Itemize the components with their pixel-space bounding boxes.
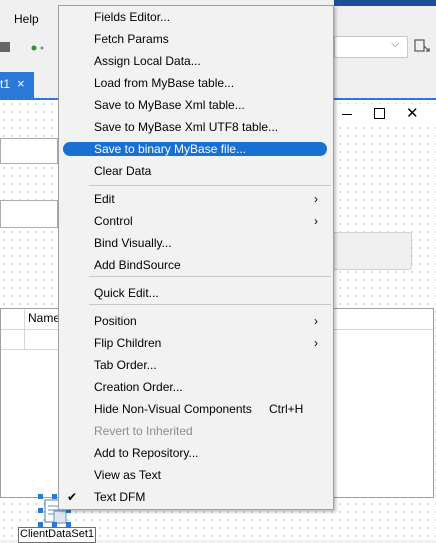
menu-item-label: Text DFM	[94, 490, 146, 504]
chevron-down-icon[interactable]: ⌵	[391, 38, 399, 51]
menu-item-label: Quick Edit...	[94, 286, 159, 300]
menu-item-label: Add to Repository...	[94, 446, 199, 460]
menu-item-label: Creation Order...	[94, 380, 183, 394]
selection-handle[interactable]	[38, 508, 43, 513]
menu-item-save-to-mybase-xml-utf8-table[interactable]: Save to MyBase Xml UTF8 table...	[59, 116, 333, 138]
stop-icon[interactable]	[0, 42, 10, 52]
menu-item-label: Revert to Inherited	[94, 424, 193, 438]
menu-item-revert-to-inherited: Revert to Inherited	[59, 420, 333, 442]
menu-item-label: Edit	[94, 192, 115, 206]
menu-help[interactable]: Help	[14, 12, 39, 26]
menu-item-tab-order[interactable]: Tab Order...	[59, 354, 333, 376]
menu-item-label: Control	[94, 214, 133, 228]
context-menu: Fields Editor... Fetch Params Assign Local…	[58, 5, 334, 510]
menu-item-label: Clear Data	[94, 164, 152, 178]
menu-item-add-bindsource[interactable]: Add BindSource	[59, 254, 333, 276]
edit-field[interactable]	[0, 138, 58, 164]
menu-item-creation-order[interactable]: Creation Order...	[59, 376, 333, 398]
menu-item-label: Save to MyBase Xml UTF8 table...	[94, 120, 279, 134]
form-caption-bar	[334, 104, 436, 126]
menu-separator	[89, 276, 331, 277]
menu-item-label: Save to binary MyBase file...	[94, 142, 247, 156]
menu-separator	[89, 185, 331, 186]
chevron-right-icon: ›	[314, 314, 318, 328]
menu-item-label: Position	[94, 314, 137, 328]
selection-handle[interactable]	[38, 494, 43, 499]
close-icon[interactable]: ✕	[406, 104, 419, 122]
tab-label: t1	[0, 77, 11, 91]
edit-field[interactable]	[0, 200, 58, 228]
menu-item-label: Flip Children	[94, 336, 162, 350]
menu-item-text-dfm[interactable]: ✔ Text DFM	[59, 486, 333, 508]
menu-item-label: Hide Non-Visual Components	[94, 402, 252, 416]
menu-item-label: View as Text	[94, 468, 161, 482]
menu-item-position[interactable]: Position ›	[59, 310, 333, 332]
panel[interactable]	[332, 232, 412, 270]
menu-item-fields-editor[interactable]: Fields Editor...	[59, 6, 333, 28]
menu-item-label: Add BindSource	[94, 258, 181, 272]
menu-item-flip-children[interactable]: Flip Children ›	[59, 332, 333, 354]
menu-item-label: Bind Visually...	[94, 236, 172, 250]
menu-item-label: Tab Order...	[94, 358, 157, 372]
menu-item-view-as-text[interactable]: View as Text	[59, 464, 333, 486]
toolbar-eye-icon[interactable]	[30, 42, 48, 54]
menu-separator	[89, 304, 331, 305]
maximize-icon[interactable]	[374, 108, 385, 119]
menu-item-bind-visually[interactable]: Bind Visually...	[59, 232, 333, 254]
tab-clientdataset[interactable]: t1 ×	[0, 72, 34, 98]
menu-item-label: Load from MyBase table...	[94, 76, 235, 90]
chevron-right-icon: ›	[314, 192, 318, 206]
menu-item-label: Assign Local Data...	[94, 54, 201, 68]
menu-item-control[interactable]: Control ›	[59, 210, 333, 232]
menu-item-shortcut: Ctrl+H	[269, 402, 304, 416]
menu-item-save-to-mybase-xml-table[interactable]: Save to MyBase Xml table...	[59, 94, 333, 116]
menu-item-save-to-binary-mybase-file[interactable]: Save to binary MyBase file...	[59, 138, 333, 160]
minimize-icon[interactable]	[342, 114, 352, 115]
selection-handle[interactable]	[52, 494, 57, 499]
menu-item-label: Fetch Params	[94, 32, 169, 46]
menu-item-load-from-mybase-table[interactable]: Load from MyBase table...	[59, 72, 333, 94]
checkmark-icon: ✔	[67, 490, 78, 504]
menu-item-quick-edit[interactable]: Quick Edit...	[59, 282, 333, 304]
menu-item-add-to-repository[interactable]: Add to Repository...	[59, 442, 333, 464]
menu-item-label: Fields Editor...	[94, 10, 171, 24]
menu-item-clear-data[interactable]: Clear Data	[59, 160, 333, 182]
menu-item-fetch-params[interactable]: Fetch Params	[59, 28, 333, 50]
grid-row-line	[1, 349, 61, 350]
menu-item-edit[interactable]: Edit ›	[59, 188, 333, 210]
title-bar-strip	[334, 0, 436, 6]
grid-column-separator	[24, 309, 25, 349]
grid-column-name[interactable]: Name	[28, 311, 60, 325]
toolbar-settings-icon[interactable]	[414, 38, 430, 54]
chevron-right-icon: ›	[314, 336, 318, 350]
menu-item-hide-non-visual-components[interactable]: Hide Non-Visual Components Ctrl+H	[59, 398, 333, 420]
menu-item-label: Save to MyBase Xml table...	[94, 98, 245, 112]
component-label: ClientDataSet1	[18, 527, 96, 543]
chevron-right-icon: ›	[314, 214, 318, 228]
menu-item-assign-local-data[interactable]: Assign Local Data...	[59, 50, 333, 72]
close-tab-icon[interactable]: ×	[17, 76, 25, 91]
